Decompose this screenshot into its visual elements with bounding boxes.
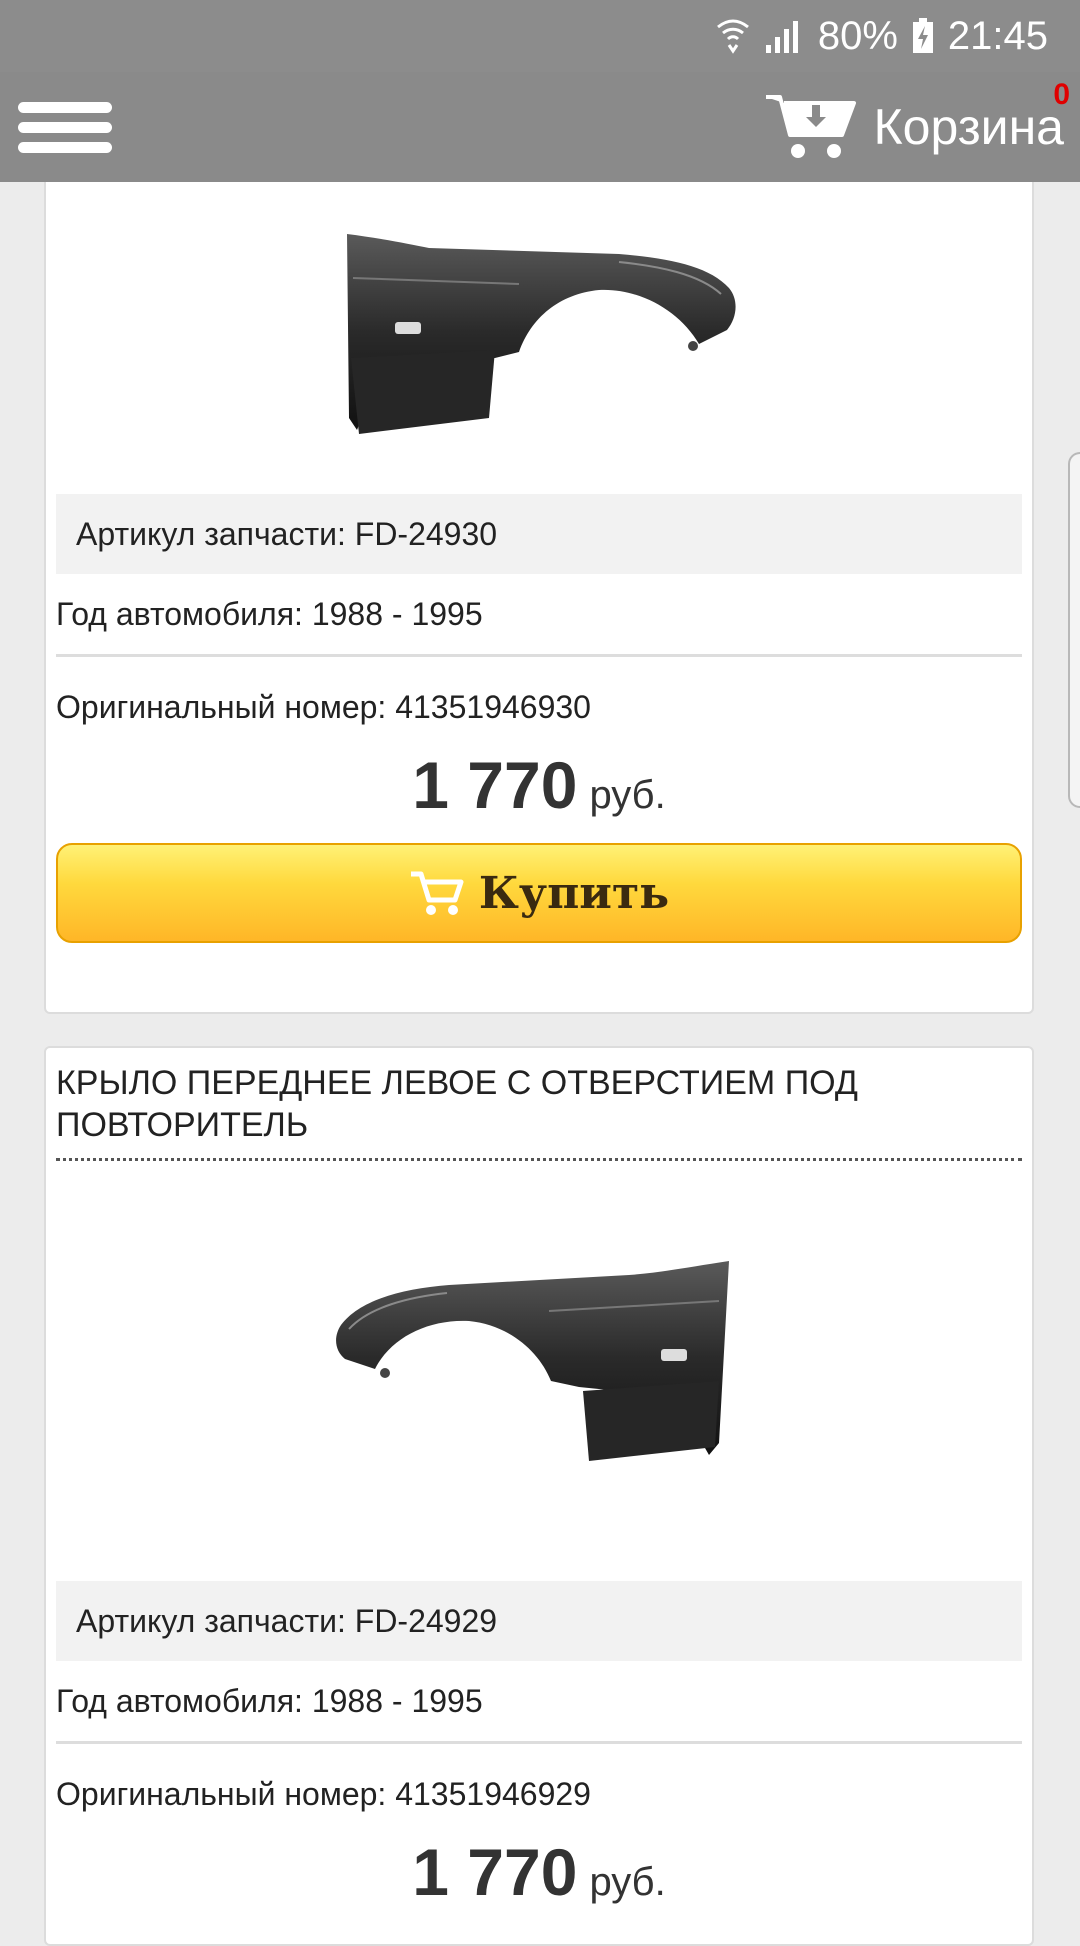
status-bar: 80% 21:45 xyxy=(0,0,1080,72)
buy-button-label: Купить xyxy=(478,867,670,919)
cart-count-badge: 0 xyxy=(1053,78,1070,111)
oem-number: Оригинальный номер: 41351946930 xyxy=(56,688,591,725)
hamburger-icon-bar xyxy=(18,122,112,133)
cart-download-icon xyxy=(765,95,856,158)
product-image[interactable] xyxy=(56,1161,1022,1581)
product-list[interactable]: Артикул запчасти: FD-24930 Год автомобил… xyxy=(0,0,1080,1946)
battery-charging-icon xyxy=(912,18,933,53)
right-front-fender-image xyxy=(347,234,736,434)
price-currency: руб. xyxy=(589,1860,666,1904)
wifi-icon xyxy=(716,19,749,54)
price: 1 770 руб. xyxy=(56,747,1022,837)
left-front-fender-image xyxy=(336,1261,729,1461)
buy-button[interactable]: Купить xyxy=(56,843,1022,943)
product-card: Артикул запчасти: FD-24930 Год автомобил… xyxy=(44,40,1034,1014)
clock: 21:45 xyxy=(947,13,1048,58)
cart-icon xyxy=(410,871,464,915)
cart-label: Корзина xyxy=(873,99,1064,155)
oem-number: Оригинальный номер: 41351946929 xyxy=(56,1775,591,1812)
battery-percent: 80% xyxy=(817,13,898,58)
price-currency: руб. xyxy=(589,773,666,817)
price-value: 1 770 xyxy=(412,748,578,822)
car-year: Год автомобиля: 1988 - 1995 xyxy=(56,595,483,632)
product-card: КРЫЛО ПЕРЕДНЕЕ ЛЕВОЕ С ОТВЕРСТИЕМ ПОД ПО… xyxy=(44,1046,1034,1946)
car-year: Год автомобиля: 1988 - 1995 xyxy=(56,1682,483,1719)
hamburger-icon-bar xyxy=(18,142,112,153)
signal-icon xyxy=(765,21,798,53)
product-title[interactable]: КРЫЛО ПЕРЕДНЕЕ ЛЕВОЕ С ОТВЕРСТИЕМ ПОД ПО… xyxy=(56,1048,1022,1158)
hamburger-icon xyxy=(18,102,112,113)
price: 1 770 руб. xyxy=(56,1834,1022,1924)
app-header: Корзина 0 xyxy=(0,72,1080,182)
menu-button[interactable] xyxy=(18,88,114,166)
cart-button[interactable]: Корзина 0 xyxy=(764,78,1070,170)
article-number: Артикул запчасти: FD-24929 xyxy=(56,1581,1022,1661)
article-number: Артикул запчасти: FD-24930 xyxy=(56,494,1022,574)
scroll-handle[interactable] xyxy=(1068,452,1080,808)
price-value: 1 770 xyxy=(412,1835,578,1909)
